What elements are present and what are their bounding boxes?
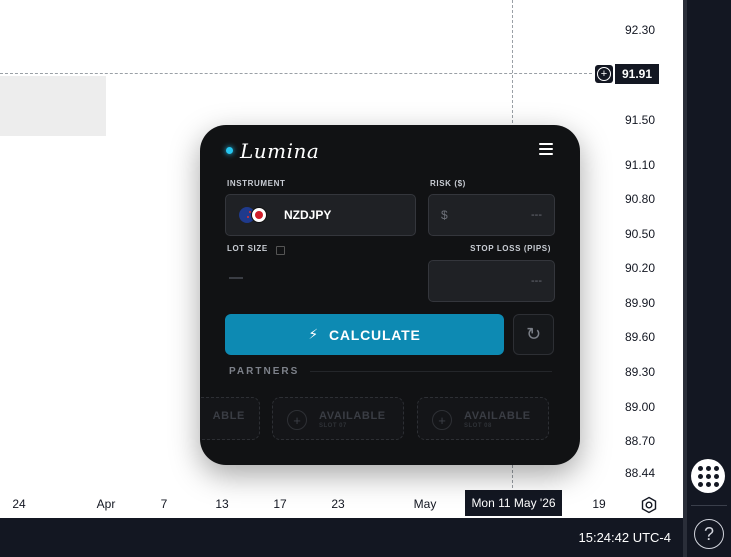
toolbar-border — [683, 0, 687, 557]
risk-value: --- — [531, 209, 542, 221]
plus-icon: + — [287, 410, 307, 430]
slot-subtitle: SLOT 07 — [319, 423, 347, 429]
partner-slot[interactable]: + AVAILABLE SLOT 07 — [272, 397, 404, 440]
reset-icon[interactable]: ↻ — [513, 314, 554, 355]
status-bar: 15:24:42 UTC-4 — [0, 518, 683, 557]
price-tick: 89.30 — [624, 365, 655, 379]
menu-bar — [539, 143, 553, 145]
plus-circle-icon[interactable]: + — [595, 65, 613, 83]
menu-bar — [539, 148, 553, 150]
current-price-label: 91.91 — [615, 64, 659, 84]
stop-loss-value: --- — [531, 275, 542, 287]
clock[interactable]: 15:24:42 UTC-4 — [579, 530, 672, 545]
chart-overlay-box — [0, 76, 106, 136]
status-dot — [226, 147, 233, 154]
partners-label: PARTNERS — [229, 366, 300, 377]
toolbar-divider — [691, 505, 727, 506]
lot-size-label: LOT SIZE — [227, 244, 268, 253]
risk-label: RISK ($) — [430, 179, 466, 188]
time-tick: Apr — [96, 497, 116, 511]
instrument-label: INSTRUMENT — [227, 179, 286, 188]
partner-slot[interactable]: ABLE — [200, 397, 260, 440]
stop-loss-label: STOP LOSS (PIPS) — [470, 244, 551, 253]
partner-slot[interactable]: + AVAILABLE SLOT 08 — [417, 397, 549, 440]
time-tick: 24 — [12, 497, 26, 511]
slot-title: ABLE — [212, 410, 245, 422]
price-tick: 88.70 — [624, 434, 655, 448]
lumina-widget: Lumina INSTRUMENT RISK ($) NZDJPY $ --- … — [200, 125, 580, 465]
crosshair-horizontal-line — [0, 73, 592, 74]
grid-dots-icon[interactable] — [691, 459, 725, 493]
question-mark-icon[interactable]: ? — [694, 519, 724, 549]
price-tick: 90.20 — [624, 261, 655, 275]
price-tick: 91.50 — [624, 113, 655, 127]
brand-logo: Lumina — [240, 139, 320, 163]
price-tick: 89.60 — [624, 330, 655, 344]
price-tick: 92.30 — [624, 23, 655, 37]
time-tick: 17 — [273, 497, 287, 511]
time-tick: 23 — [331, 497, 345, 511]
risk-input[interactable]: $ --- — [428, 194, 555, 236]
copy-icon[interactable] — [276, 246, 285, 255]
price-tick: 88.44 — [624, 466, 655, 480]
instrument-select[interactable]: NZDJPY — [225, 194, 416, 236]
partners-divider — [310, 371, 552, 372]
lot-size-value — [229, 277, 243, 279]
stop-loss-input[interactable]: --- — [428, 260, 555, 302]
price-tick: 89.90 — [624, 296, 655, 310]
risk-prefix: $ — [441, 208, 448, 222]
price-tick: 90.50 — [624, 227, 655, 241]
time-tick: 19 — [592, 497, 606, 511]
slot-title: AVAILABLE — [319, 410, 386, 422]
instrument-value: NZDJPY — [284, 208, 332, 222]
time-axis[interactable]: 24 Apr 7 13 17 23 May 19 — [0, 492, 683, 518]
price-tick: 89.00 — [624, 400, 655, 414]
time-tick: May — [413, 497, 437, 511]
time-tick: 13 — [215, 497, 229, 511]
price-tick: 90.80 — [624, 192, 655, 206]
calculate-label: CALCULATE — [328, 326, 421, 343]
slot-subtitle: SLOT 08 — [464, 423, 492, 429]
lightning-icon: ⚡ — [308, 326, 319, 342]
jp-flag-icon — [251, 207, 267, 223]
slot-title: AVAILABLE — [464, 410, 531, 422]
calculate-button[interactable]: ⚡ CALCULATE — [225, 314, 504, 355]
plus-glyph: + — [597, 67, 611, 81]
currency-flags — [239, 207, 269, 223]
time-cursor-label: Mon 11 May '26 — [465, 490, 562, 516]
gear-icon[interactable] — [640, 496, 658, 514]
price-tick: 91.10 — [624, 158, 655, 172]
hamburger-icon[interactable] — [539, 143, 553, 155]
menu-bar — [539, 153, 553, 155]
plus-icon: + — [432, 410, 452, 430]
time-tick: 7 — [160, 497, 168, 511]
